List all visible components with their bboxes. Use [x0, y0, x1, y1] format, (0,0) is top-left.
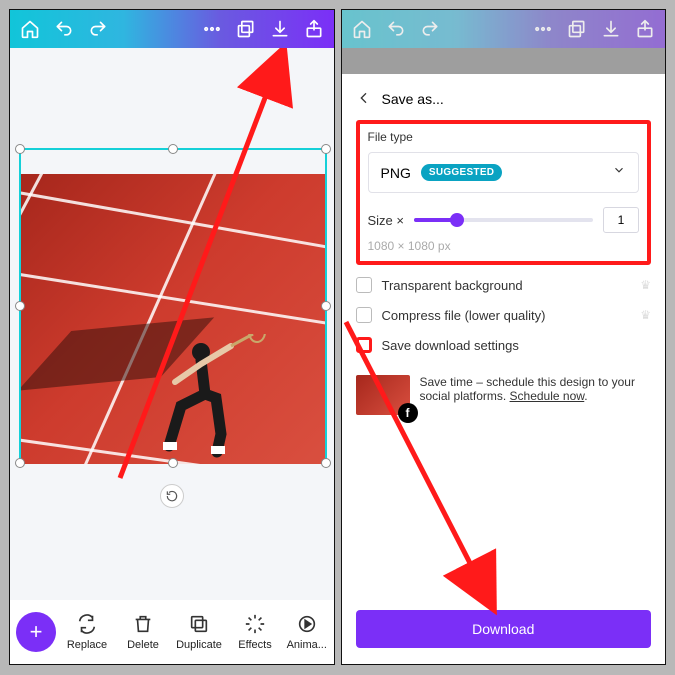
pages-icon[interactable]: [236, 19, 256, 39]
share-icon[interactable]: [304, 19, 324, 39]
redo-icon[interactable]: [88, 19, 108, 39]
checkbox-label: Save download settings: [382, 338, 519, 353]
duplicate-tool[interactable]: Duplicate: [174, 613, 224, 651]
size-input[interactable]: 1: [603, 207, 639, 233]
add-button[interactable]: +: [16, 612, 56, 652]
resize-handle[interactable]: [15, 301, 25, 311]
download-icon[interactable]: [270, 19, 290, 39]
resize-handle[interactable]: [321, 144, 331, 154]
file-type-label: File type: [368, 130, 640, 144]
resize-handle[interactable]: [168, 458, 178, 468]
top-toolbar-dim: [342, 10, 666, 48]
animate-tool[interactable]: Anima...: [286, 613, 328, 651]
file-type-value: PNG: [381, 165, 411, 181]
checkbox-label: Transparent background: [382, 278, 523, 293]
share-icon: [635, 19, 655, 39]
saveas-screen: Save as... File type PNG SUGGESTED Size …: [341, 9, 667, 665]
pages-icon: [567, 19, 587, 39]
download-icon: [601, 19, 621, 39]
suggested-badge: SUGGESTED: [421, 164, 503, 181]
schedule-promo: f Save time – schedule this design to yo…: [356, 375, 652, 415]
file-type-dropdown[interactable]: PNG SUGGESTED: [368, 152, 640, 193]
chevron-down-icon: [612, 163, 626, 182]
more-icon[interactable]: [202, 19, 222, 39]
resize-handle[interactable]: [321, 458, 331, 468]
resize-handle[interactable]: [321, 301, 331, 311]
canvas[interactable]: [10, 48, 334, 600]
editor-screen: + Replace Delete Duplicate Effects Anima…: [9, 9, 335, 665]
more-icon: [533, 19, 553, 39]
canvas-image[interactable]: [21, 174, 325, 464]
facebook-icon: f: [398, 403, 418, 423]
home-icon: [352, 19, 372, 39]
transparent-checkbox[interactable]: Transparent background ♛: [356, 277, 652, 293]
selection-box[interactable]: [19, 148, 327, 464]
premium-icon: ♛: [640, 308, 651, 322]
back-icon[interactable]: [356, 90, 372, 109]
undo-icon: [386, 19, 406, 39]
compress-checkbox[interactable]: Compress file (lower quality) ♛: [356, 307, 652, 323]
resize-handle[interactable]: [168, 144, 178, 154]
resize-handle[interactable]: [15, 144, 25, 154]
dimensions-text: 1080 × 1080 px: [368, 239, 640, 253]
home-icon[interactable]: [20, 19, 40, 39]
tool-label: Duplicate: [176, 639, 222, 651]
tool-label: Effects: [238, 639, 271, 651]
bottom-toolbar: + Replace Delete Duplicate Effects Anima…: [10, 600, 334, 664]
premium-icon: ♛: [640, 278, 651, 292]
rotate-button[interactable]: [160, 484, 184, 508]
redo-icon: [420, 19, 440, 39]
sheet-title: Save as...: [382, 91, 444, 107]
replace-tool[interactable]: Replace: [62, 613, 112, 651]
download-button[interactable]: Download: [356, 610, 652, 648]
save-settings-checkbox[interactable]: Save download settings: [356, 337, 652, 353]
top-toolbar: [10, 10, 334, 48]
effects-tool[interactable]: Effects: [230, 613, 280, 651]
size-slider[interactable]: [414, 218, 593, 222]
annotation-highlight: File type PNG SUGGESTED Size × 1 1080 × …: [356, 120, 652, 265]
checkbox-label: Compress file (lower quality): [382, 308, 546, 323]
schedule-link[interactable]: Schedule now: [510, 389, 585, 403]
delete-tool[interactable]: Delete: [118, 613, 168, 651]
dim-backdrop: [342, 48, 666, 74]
resize-handle[interactable]: [15, 458, 25, 468]
tool-label: Anima...: [287, 639, 327, 651]
undo-icon[interactable]: [54, 19, 74, 39]
saveas-sheet: Save as... File type PNG SUGGESTED Size …: [342, 74, 666, 664]
tool-label: Replace: [67, 639, 107, 651]
size-label: Size ×: [368, 213, 405, 228]
tool-label: Delete: [127, 639, 159, 651]
